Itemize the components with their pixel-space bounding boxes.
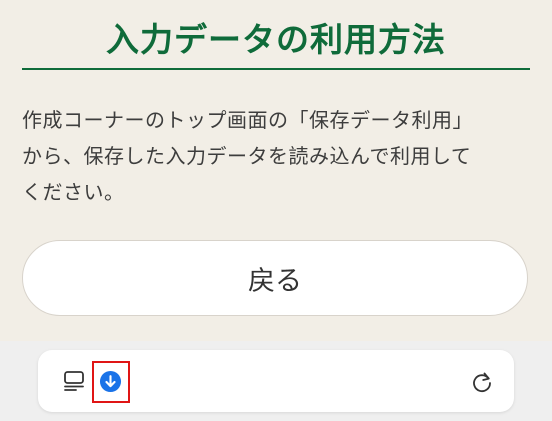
- instructions-line-2: から、保存した入力データを読み込んで利用して: [22, 144, 472, 168]
- tabs-icon[interactable]: [62, 369, 86, 393]
- page-title: 入力データの利用方法: [106, 20, 446, 59]
- instructions-line-3: ください。: [22, 180, 125, 204]
- instructions-line-1: 作成コーナーのトップ画面の「保存データ利用」: [22, 108, 473, 132]
- reload-icon[interactable]: [469, 369, 495, 395]
- title-divider: [22, 68, 530, 70]
- download-icon[interactable]: [99, 370, 122, 393]
- instructions-text: 作成コーナーのトップ画面の「保存データ利用」 から、保存した入力データを読み込ん…: [22, 102, 537, 210]
- back-button[interactable]: 戻る: [22, 240, 528, 316]
